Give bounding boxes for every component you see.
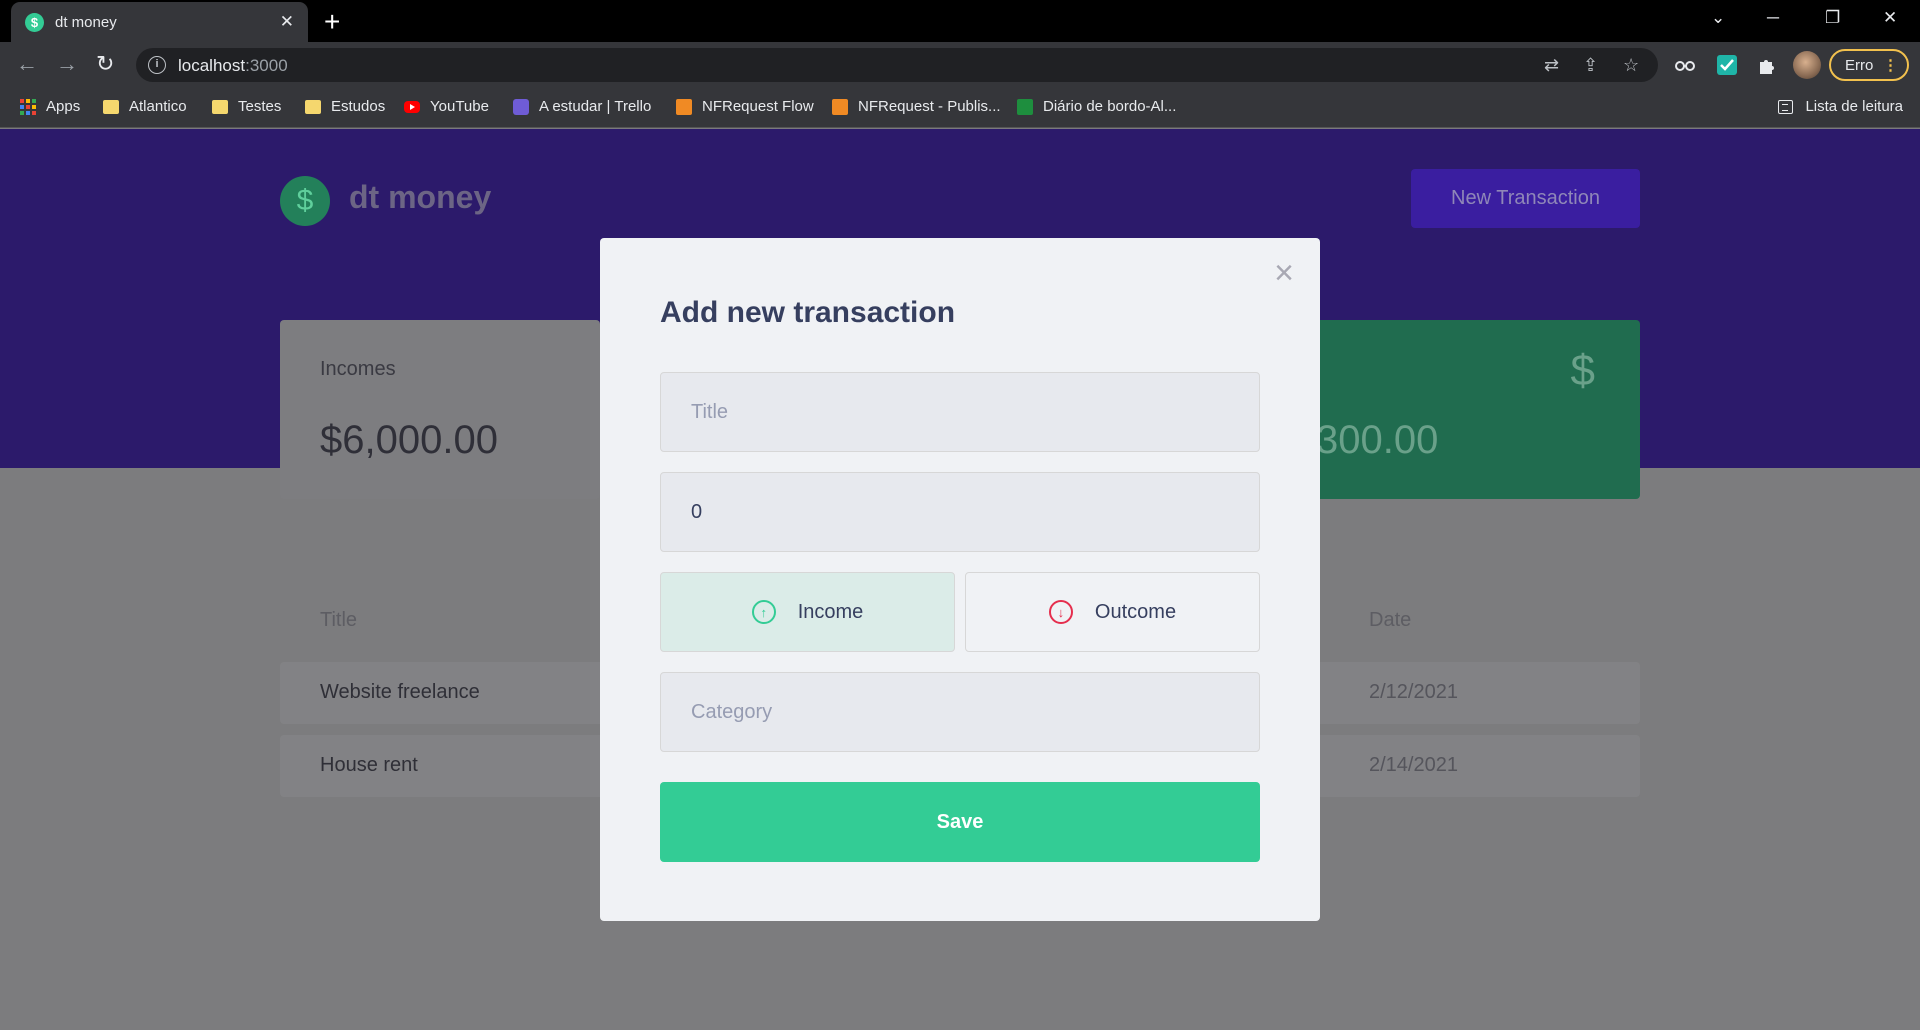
close-icon[interactable]: × [1270,256,1298,290]
title-input[interactable] [660,372,1260,452]
income-type-button[interactable]: ↑ Income [660,572,955,652]
tab-search-icon[interactable]: ⌄ [1711,8,1725,28]
nfrequest-icon [676,98,692,115]
bookmark-trello[interactable]: A estudar | Trello [513,98,651,115]
folder-icon [212,99,228,114]
total-summary-card: $ 300.00 [1300,320,1640,499]
address-bar[interactable]: i localhost:3000 ⇄ ⇪ ☆ [136,48,1658,82]
reading-list-icon [1778,99,1794,114]
dollar-logo-icon: $ [280,176,330,226]
income-card-label: Incomes [320,358,396,380]
bookmark-youtube[interactable]: YouTube [404,98,489,115]
category-input[interactable] [660,672,1260,752]
bookmark-nfrequest-flow[interactable]: NFRequest Flow [676,98,814,115]
amount-input[interactable] [660,472,1260,552]
table-header-title: Title [320,609,358,631]
tab-favicon-icon: $ [25,12,44,32]
check-extension-icon[interactable] [1716,54,1738,76]
income-type-label: Income [797,600,864,623]
total-card-value: 300.00 [1316,418,1439,462]
new-transaction-button[interactable]: New Transaction [1411,169,1640,228]
bookmark-label: NFRequest - Publis... [858,98,1001,115]
folder-icon [305,99,321,114]
reload-button[interactable]: ↻ [96,51,114,77]
new-tab-button[interactable]: + [324,6,340,38]
bookmark-label: Estudos [331,98,386,115]
site-info-icon[interactable]: i [148,56,166,74]
folder-icon [103,99,119,114]
table-header-date: Date [1369,609,1412,631]
browser-tabstrip: $ dt money ✕ + ⌄ ─ ❐ ✕ [0,0,1920,42]
sheets-icon [1017,98,1033,115]
share-icon[interactable]: ⇪ [1583,55,1598,76]
profile-error-label: Erro [1845,56,1874,74]
bookmark-label: YouTube [430,98,489,115]
bookmark-diario-de-bordo[interactable]: Diário de bordo-Al... [1017,98,1176,115]
arrow-up-circle-icon: ↑ [751,600,776,624]
trello-icon [513,98,529,115]
bookmark-testes[interactable]: Testes [212,98,281,115]
profile-error-button[interactable]: Erro ⋮ [1829,49,1909,81]
bookmark-label: Diário de bordo-Al... [1043,98,1177,115]
dollar-icon: $ [1570,346,1595,395]
extensions-puzzle-icon[interactable] [1756,54,1778,76]
row-date: 2/14/2021 [1369,754,1458,776]
restore-button[interactable]: ❐ [1825,8,1840,28]
app-logo-text: dt money [349,179,492,215]
bookmark-label: Testes [238,98,282,115]
glasses-extension-icon[interactable] [1674,54,1696,76]
bookmark-apps[interactable]: Apps [20,98,80,115]
save-button[interactable]: Save [660,782,1260,862]
tab-title: dt money [55,13,117,31]
outcome-type-label: Outcome [1094,600,1177,623]
back-button[interactable]: ← [16,51,38,77]
browser-toolbar: ← → ↻ i localhost:3000 ⇄ ⇪ ☆ Erro ⋮ [0,42,1920,88]
more-menu-icon[interactable]: ⋮ [1883,56,1898,74]
bookmark-label: A estudar | Trello [539,98,652,115]
bookmark-atlantico[interactable]: Atlantico [103,98,187,115]
close-window-button[interactable]: ✕ [1883,8,1897,28]
bookmark-estudos[interactable]: Estudos [305,98,385,115]
income-summary-card: Incomes $6,000.00 [280,320,600,499]
url-text: localhost:3000 [178,56,288,75]
outcome-type-button[interactable]: ↓ Outcome [965,572,1260,652]
minimize-button[interactable]: ─ [1767,8,1779,28]
row-title: House rent [320,754,418,776]
row-title: Website freelance [320,681,480,703]
youtube-icon [404,100,420,113]
bookmarks-bar: Apps Atlantico Testes Estudos YouTube A … [0,88,1920,128]
profile-avatar[interactable] [1793,51,1821,79]
new-transaction-modal: × Add new transaction ↑ Income ↓ Outcome… [600,238,1320,921]
bookmark-nfrequest-publis[interactable]: NFRequest - Publis... [832,98,1001,115]
bookmark-label: NFRequest Flow [702,98,814,115]
browser-tab[interactable]: $ dt money ✕ [11,2,308,42]
row-date: 2/12/2021 [1369,681,1458,703]
translate-icon[interactable]: ⇄ [1544,55,1559,76]
forward-button[interactable]: → [56,51,78,77]
arrow-down-circle-icon: ↓ [1048,600,1073,624]
nfrequest-icon [832,98,848,115]
reading-list-label: Lista de leitura [1805,98,1903,115]
reading-list-button[interactable]: Lista de leitura [1778,98,1903,115]
tab-close-icon[interactable]: ✕ [280,12,294,32]
modal-title: Add new transaction [660,296,956,329]
bookmark-label: Apps [46,98,81,115]
bookmark-star-icon[interactable]: ☆ [1623,55,1639,76]
bookmark-label: Atlantico [129,98,187,115]
apps-grid-icon [20,98,36,115]
income-card-value: $6,000.00 [320,418,498,462]
